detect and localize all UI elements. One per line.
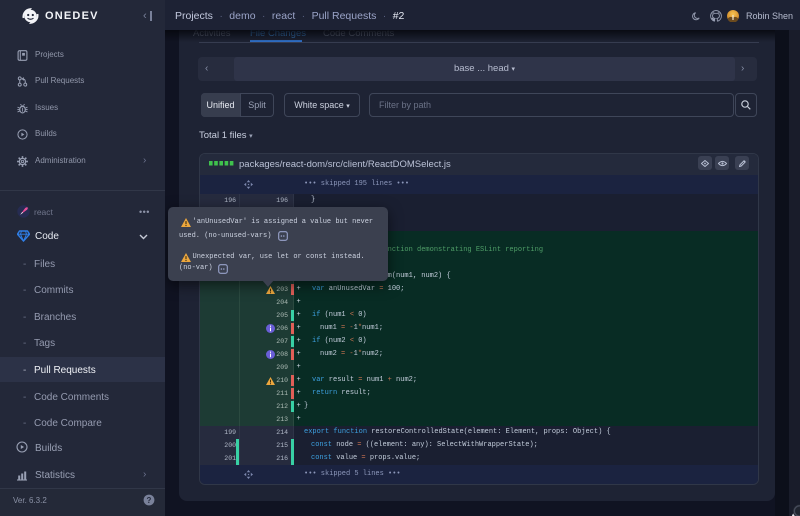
- svg-text:?: ?: [147, 496, 152, 505]
